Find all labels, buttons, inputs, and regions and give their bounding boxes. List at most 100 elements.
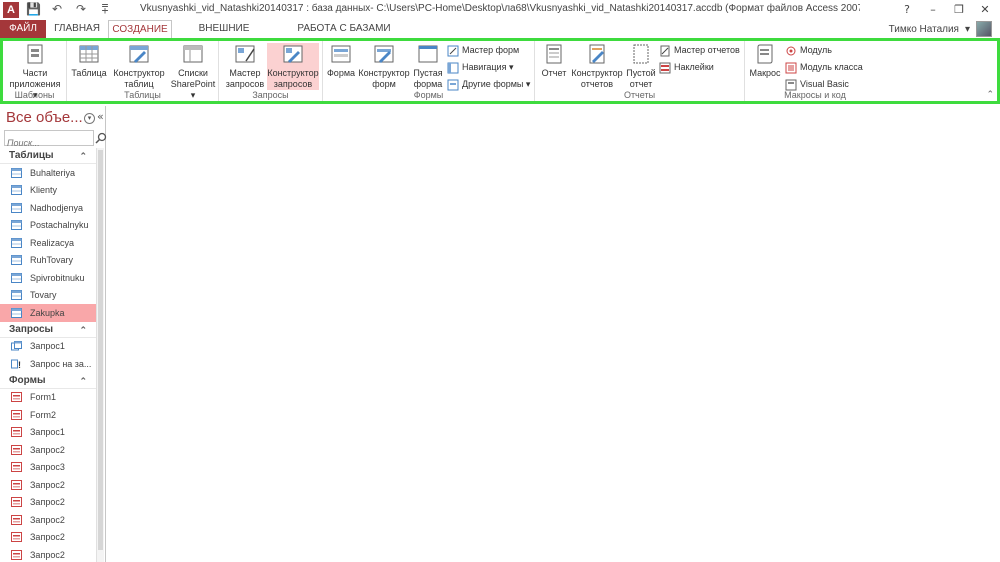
section-tables[interactable]: Таблицы ⌃ <box>0 148 96 164</box>
undo-icon[interactable]: ↶ <box>50 2 64 17</box>
list-item[interactable]: Tovary <box>0 287 96 305</box>
form-icon <box>11 392 22 403</box>
class-module-button[interactable]: Модуль класса <box>785 60 863 75</box>
list-item-selected[interactable]: Zakupka <box>0 304 96 322</box>
tab-create[interactable]: СОЗДАНИЕ <box>108 20 172 38</box>
list-item[interactable]: Запрос1 <box>0 424 96 442</box>
access-window: A 💾 ↶ ↷ ⩱ Vkusnyashki_vid_Natashki201403… <box>0 0 1000 562</box>
save-icon[interactable]: 💾 <box>26 2 41 17</box>
module-icon <box>786 46 796 55</box>
report-designer-button[interactable]: Конструктор отчетов <box>569 43 625 90</box>
search-icon[interactable] <box>95 132 107 144</box>
form-icon <box>11 444 22 455</box>
navigation-button[interactable]: Навигация ▾ <box>447 60 513 75</box>
list-item[interactable]: RuhTovary <box>0 252 96 270</box>
form-button[interactable]: Форма <box>325 43 357 79</box>
group-tables: Таблица Конструктор таблиц Списки ShareP… <box>67 41 219 101</box>
avatar <box>976 21 992 37</box>
table-designer-button[interactable]: Конструктор таблиц <box>111 43 167 90</box>
group-label-queries: Запросы <box>252 90 289 100</box>
list-item[interactable]: Form2 <box>0 406 96 424</box>
window-controls: ? – ❐ ✕ <box>896 1 996 19</box>
list-item[interactable]: Запрос2 <box>0 476 96 494</box>
list-item[interactable]: Запрос2 <box>0 529 96 547</box>
list-item[interactable]: Realizacya <box>0 234 96 252</box>
group-label-reports: Отчеты <box>623 90 656 100</box>
form-icon <box>11 497 22 508</box>
macro-button[interactable]: Макрос <box>749 43 781 79</box>
list-item[interactable]: Запрос3 <box>0 459 96 477</box>
blank-report-icon <box>633 44 649 64</box>
nav-object-list: Таблицы ⌃ Buhalteriya Klienty Nadhodjenya… <box>0 148 96 562</box>
form-designer-icon <box>374 45 394 63</box>
form-icon <box>11 549 22 560</box>
form-icon <box>11 462 22 473</box>
table-button[interactable]: Таблица <box>71 43 107 79</box>
list-item[interactable]: Postachalnyku <box>0 217 96 235</box>
minimize-button[interactable]: – <box>922 1 944 19</box>
list-item[interactable]: Spivrobitnuku <box>0 269 96 287</box>
blank-form-button[interactable]: Пустая форма <box>411 43 445 90</box>
module-button[interactable]: Модуль <box>785 43 832 58</box>
list-item[interactable]: Buhalteriya <box>0 164 96 182</box>
ribbon: Части приложения ▾ Шаблоны Таблица Конст… <box>0 38 1000 104</box>
list-item[interactable]: Запрос2 <box>0 546 96 562</box>
list-item[interactable]: Запрос2 <box>0 441 96 459</box>
labels-button[interactable]: Наклейки <box>659 60 714 75</box>
tab-external-data[interactable]: ВНЕШНИЕ ДАННЫЕ <box>178 20 270 52</box>
tab-file[interactable]: ФАЙЛ <box>0 20 46 38</box>
table-icon <box>11 255 22 266</box>
close-button[interactable]: ✕ <box>974 1 996 19</box>
list-item[interactable]: Klienty <box>0 182 96 200</box>
report-button[interactable]: Отчет <box>539 43 569 79</box>
chevron-up-icon: ⌃ <box>79 375 87 386</box>
table-icon <box>11 202 22 213</box>
table-icon <box>11 307 22 318</box>
svg-text:!: ! <box>18 360 21 369</box>
form-wizard-button[interactable]: Мастер форм <box>447 43 519 58</box>
table-icon <box>11 237 22 248</box>
customize-qat-icon[interactable]: ⩱ <box>98 2 112 17</box>
form-designer-button[interactable]: Конструктор форм <box>357 43 411 90</box>
group-forms: Форма Конструктор форм Пустая форма Маст… <box>323 41 535 101</box>
report-wizard-button[interactable]: Мастер отчетов <box>659 43 740 58</box>
tab-home[interactable]: ГЛАВНАЯ <box>50 20 104 38</box>
form-icon <box>11 479 22 490</box>
list-item[interactable]: Nadhodjenya <box>0 199 96 217</box>
chevron-up-icon: ⌃ <box>79 151 87 161</box>
form-wizard-icon <box>447 45 459 56</box>
table-icon <box>11 220 22 231</box>
list-item[interactable]: Запрос1 <box>0 338 96 356</box>
restore-button[interactable]: ❐ <box>948 1 970 19</box>
class-module-icon <box>785 62 797 73</box>
navigation-icon <box>447 62 459 73</box>
help-button[interactable]: ? <box>896 1 918 19</box>
table-icon <box>11 272 22 283</box>
redo-icon[interactable]: ↷ <box>74 2 88 17</box>
other-forms-icon <box>447 79 459 90</box>
list-item[interactable]: Запрос2 <box>0 511 96 529</box>
query-designer-button[interactable]: Конструктор запросов <box>267 43 319 90</box>
section-queries[interactable]: Запросы ⌃ <box>0 322 96 338</box>
nav-collapse-icon[interactable]: « <box>97 110 104 123</box>
group-label-forms: Формы <box>413 90 444 100</box>
section-forms[interactable]: Формы ⌃ <box>0 373 96 389</box>
table-icon <box>11 185 22 196</box>
user-account[interactable]: Тимко Наталия ▾ <box>889 20 992 38</box>
tab-database-tools[interactable]: РАБОТА С БАЗАМИ ДАННЫХ <box>278 20 410 52</box>
blank-report-button[interactable]: Пустой отчет <box>625 43 657 90</box>
list-item[interactable]: ! Запрос на за... <box>0 355 96 373</box>
nav-title[interactable]: Все объе... <box>6 109 83 126</box>
query-wizard-button[interactable]: Мастер запросов <box>223 43 267 90</box>
nav-menu-icon[interactable]: ▾ <box>84 113 95 124</box>
collapse-ribbon-icon[interactable]: ⌃ <box>986 90 994 100</box>
title-bar: A 💾 ↶ ↷ ⩱ Vkusnyashki_vid_Natashki201403… <box>0 0 1000 20</box>
scroll-thumb[interactable] <box>98 150 103 550</box>
group-reports: Отчет Конструктор отчетов Пустой отчет М… <box>535 41 745 101</box>
make-table-query-icon: ! <box>11 359 21 369</box>
list-item[interactable]: Form1 <box>0 389 96 407</box>
list-item[interactable]: Запрос2 <box>0 494 96 512</box>
nav-scrollbar[interactable] <box>96 148 104 562</box>
macro-icon <box>757 44 773 64</box>
access-logo-icon[interactable]: A <box>3 2 19 18</box>
